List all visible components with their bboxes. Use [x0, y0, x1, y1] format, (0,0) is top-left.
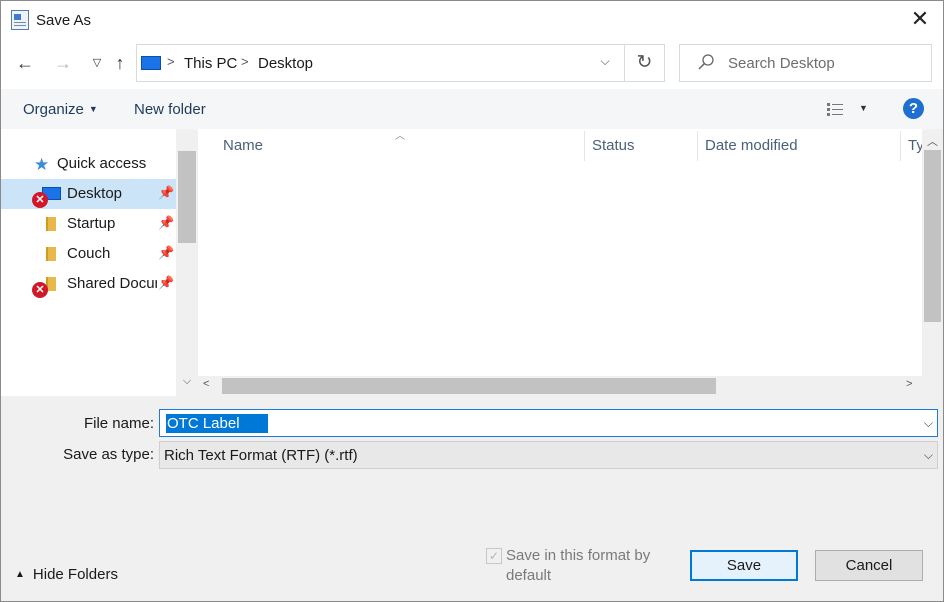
sidebar-item-startup[interactable]: Startup 📌: [1, 209, 176, 239]
pin-icon[interactable]: 📌: [158, 275, 174, 291]
sidebar-item-label: Desktop: [67, 185, 123, 202]
file-name-input[interactable]: [166, 414, 268, 433]
scrollbar-corner: [922, 376, 943, 396]
sidebar-item-label: Quick access: [57, 155, 147, 172]
breadcrumb-this-pc[interactable]: This PC: [184, 55, 237, 72]
column-divider[interactable]: [584, 131, 585, 161]
pin-icon[interactable]: 📌: [158, 185, 174, 201]
refresh-button[interactable]: ↻: [625, 44, 665, 82]
caret-down-icon: ▼: [88, 104, 98, 114]
hide-folders-button[interactable]: ▲ Hide Folders: [15, 566, 118, 583]
breadcrumb-desktop[interactable]: Desktop: [258, 55, 313, 72]
save-format-default-label: Save in this format by default: [506, 547, 651, 584]
sort-ascending-icon: ︿: [395, 131, 405, 142]
chevron-up-icon[interactable]: ︿: [922, 133, 943, 149]
change-view-button[interactable]: ▼: [825, 100, 869, 120]
chevron-down-icon[interactable]: ⌵: [924, 448, 933, 463]
arrow-right-icon: →: [54, 53, 72, 73]
save-as-type-label: Save as type:: [63, 446, 154, 463]
sidebar-item-desktop[interactable]: ✕ Desktop 📌: [1, 179, 176, 209]
column-header-status[interactable]: Status: [592, 137, 635, 154]
forward-button[interactable]: →: [51, 51, 75, 75]
chevron-up-icon: ▲: [15, 569, 25, 580]
save-as-dialog: Save As ✕ ← → ▽ ↑ > This PC > Desktop ⌵ …: [0, 0, 944, 602]
sidebar-item-shared-documents[interactable]: ✕ Shared Docur 📌: [1, 269, 176, 299]
column-divider[interactable]: [697, 131, 698, 161]
arrow-left-icon: ←: [16, 53, 34, 73]
chevron-right-icon[interactable]: >: [906, 378, 912, 390]
save-format-default-checkbox[interactable]: ✓: [486, 548, 502, 564]
back-button[interactable]: ←: [13, 51, 37, 75]
wordpad-icon: [11, 10, 29, 30]
save-button[interactable]: Save: [690, 550, 798, 581]
close-button[interactable]: ✕: [897, 1, 943, 39]
navigation-bar: ← → ▽ ↑ > This PC > Desktop ⌵ ↻: [1, 39, 943, 89]
chevron-down-icon: ▽: [92, 57, 102, 69]
organize-button[interactable]: Organize ▼: [23, 101, 98, 118]
file-list[interactable]: ︿ Name Status Date modified Ty: [198, 129, 922, 376]
save-as-type-value: Rich Text Format (RTF) (*.rtf): [164, 447, 358, 464]
horizontal-scroll-thumb[interactable]: [222, 378, 716, 394]
star-icon: ★: [34, 155, 50, 174]
search-icon: [698, 54, 714, 70]
pin-icon[interactable]: 📌: [158, 215, 174, 231]
close-icon: ✕: [910, 6, 930, 31]
error-icon: ✕: [32, 192, 48, 208]
command-bar: Organize ▼ New folder ▼ ?: [1, 89, 943, 129]
chevron-down-icon[interactable]: ⌵: [924, 416, 933, 431]
title-bar: Save As ✕: [1, 1, 943, 39]
checkmark-icon: ✓: [488, 549, 500, 563]
address-bar[interactable]: > This PC > Desktop ⌵: [136, 44, 625, 82]
navpane-scrollbar[interactable]: ⌵: [176, 129, 198, 396]
search-input[interactable]: [728, 53, 924, 73]
sidebar-item-couch[interactable]: Couch 📌: [1, 239, 176, 269]
search-box[interactable]: [679, 44, 932, 82]
folder-icon: [46, 247, 56, 261]
save-as-type-select[interactable]: Rich Text Format (RTF) (*.rtf) ⌵: [159, 441, 938, 469]
sidebar-item-label: Startup: [67, 215, 116, 232]
pin-icon[interactable]: 📌: [158, 245, 174, 261]
chevron-down-icon[interactable]: ⌵: [176, 375, 198, 388]
sidebar-item-label: Shared Docur: [67, 275, 157, 292]
caret-down-icon: ▼: [859, 103, 868, 113]
window-title: Save As: [36, 12, 92, 29]
vertical-scroll-thumb[interactable]: [924, 150, 941, 322]
recent-locations-button[interactable]: ▽: [85, 51, 109, 75]
column-divider[interactable]: [900, 131, 901, 161]
sidebar-item-label: Couch: [67, 245, 111, 262]
refresh-icon: ↻: [636, 52, 653, 73]
navpane-scroll-thumb[interactable]: [178, 151, 196, 243]
file-name-label: File name:: [83, 415, 154, 432]
help-button[interactable]: ?: [903, 98, 924, 119]
column-header-date-modified[interactable]: Date modified: [705, 137, 798, 154]
sidebar-item-quick-access[interactable]: ★ Quick access: [1, 149, 176, 179]
arrow-up-icon: ↑: [115, 53, 125, 73]
navigation-pane: ★ Quick access ✕ Desktop 📌 Startup 📌 Cou…: [1, 129, 198, 396]
error-icon: ✕: [32, 282, 48, 298]
chevron-right-icon[interactable]: >: [241, 54, 249, 69]
up-button[interactable]: ↑: [108, 51, 132, 75]
folder-icon: [46, 217, 56, 231]
address-dropdown-icon[interactable]: ⌵: [594, 54, 616, 69]
chevron-right-icon[interactable]: >: [167, 54, 175, 69]
file-list-horizontal-scrollbar[interactable]: < >: [198, 376, 922, 396]
hide-folders-label: Hide Folders: [32, 566, 118, 583]
new-folder-button[interactable]: New folder: [134, 101, 206, 118]
organize-label: Organize: [23, 101, 84, 118]
this-pc-icon: [141, 56, 161, 70]
chevron-left-icon[interactable]: <: [203, 378, 209, 390]
details-view-icon: [827, 103, 843, 116]
column-header-name[interactable]: Name: [223, 137, 263, 154]
file-list-vertical-scrollbar[interactable]: ︿: [922, 129, 943, 376]
column-header-type[interactable]: Ty: [908, 137, 922, 154]
file-name-field[interactable]: ⌵: [159, 409, 938, 437]
cancel-button[interactable]: Cancel: [815, 550, 923, 581]
